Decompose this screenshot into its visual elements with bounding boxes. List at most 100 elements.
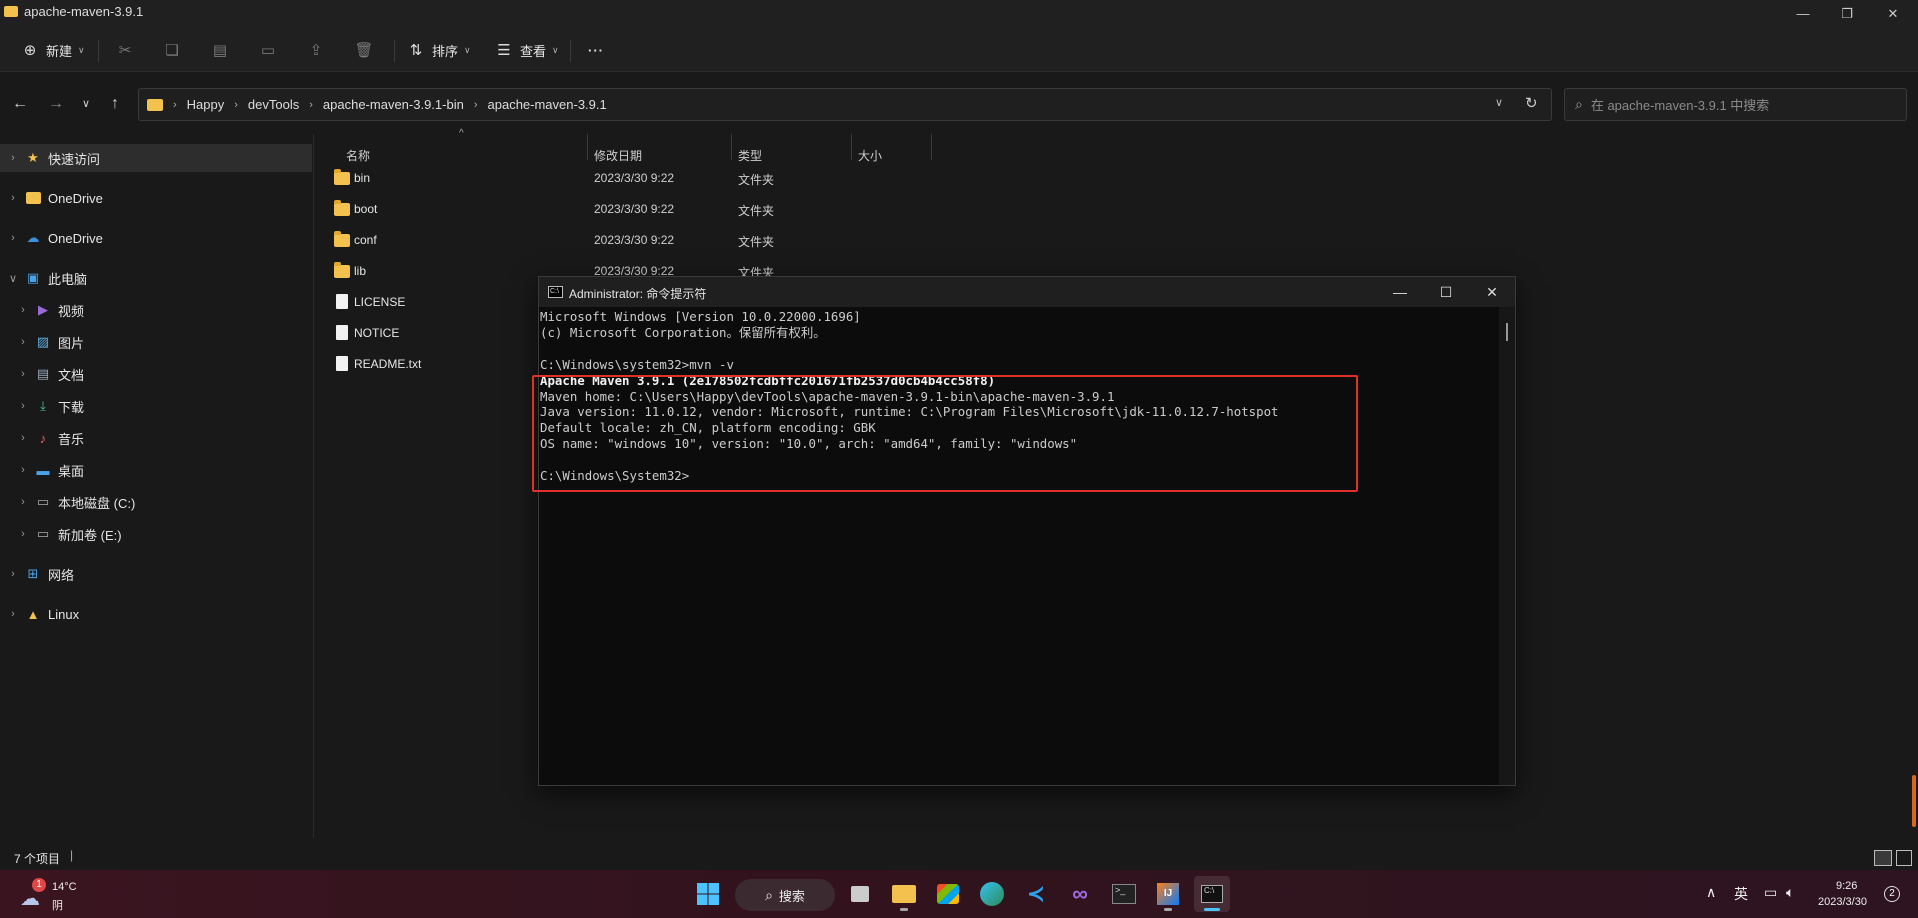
- cmd-minimize-button[interactable]: —: [1377, 277, 1423, 307]
- sidebar-item-documents[interactable]: › ▤ 文档: [0, 360, 312, 388]
- task-view-button[interactable]: [842, 876, 878, 912]
- sidebar-item-onedrive[interactable]: › OneDrive: [0, 184, 312, 212]
- cut-icon[interactable]: ✂: [115, 40, 135, 60]
- new-button[interactable]: ⊕ 新建 ∨: [20, 36, 85, 64]
- weather-desc[interactable]: 阴: [52, 897, 63, 913]
- taskbar-terminal[interactable]: >_: [1106, 876, 1142, 912]
- taskbar-vscode[interactable]: ≺: [1018, 876, 1054, 912]
- chevron-right-icon[interactable]: ›: [6, 192, 20, 204]
- folder-icon: [334, 200, 350, 216]
- cmd-titlebar[interactable]: C:\ Administrator: 命令提示符 — ☐ ✕: [539, 277, 1515, 307]
- breadcrumb-maven[interactable]: apache-maven-3.9.1: [488, 97, 607, 112]
- recent-locations-button[interactable]: ∨: [74, 92, 98, 116]
- column-divider[interactable]: [931, 134, 932, 160]
- chevron-down-icon[interactable]: ∨: [6, 272, 20, 285]
- chevron-right-icon[interactable]: ›: [6, 232, 20, 244]
- cmd-scrollbar[interactable]: [1499, 307, 1515, 785]
- file-row-conf[interactable]: conf 2023/3/30 9:22 文件夹: [316, 226, 1316, 256]
- star-icon: ★: [27, 150, 39, 165]
- chevron-right-icon[interactable]: ›: [16, 496, 30, 508]
- copy-icon[interactable]: ❏: [162, 40, 182, 60]
- sidebar-item-this-pc[interactable]: ∨ ▣ 此电脑: [0, 264, 312, 292]
- breadcrumb-happy[interactable]: Happy: [187, 97, 225, 112]
- ime-indicator[interactable]: 英: [1734, 884, 1748, 904]
- navigation-pane: › ★ 快速访问 › OneDrive › ☁ OneDrive ∨ ▣ 此电脑…: [0, 134, 314, 838]
- sidebar-item-videos[interactable]: › ▶ 视频: [0, 296, 312, 324]
- breadcrumb-devtools[interactable]: devTools: [248, 97, 299, 112]
- chevron-right-icon[interactable]: ›: [16, 432, 30, 444]
- restore-button[interactable]: ❐: [1824, 0, 1870, 28]
- chevron-right-icon[interactable]: ›: [6, 608, 20, 620]
- sidebar-item-quick-access[interactable]: › ★ 快速访问: [0, 144, 312, 172]
- cmd-maximize-button[interactable]: ☐: [1423, 277, 1469, 307]
- intellij-icon: IJ: [1157, 883, 1179, 905]
- chevron-right-icon[interactable]: ›: [6, 568, 20, 580]
- video-icon: ▶: [38, 302, 48, 317]
- details-view-icon[interactable]: [1874, 850, 1892, 866]
- cloud-icon: ☁: [26, 230, 40, 245]
- chevron-right-icon[interactable]: ›: [16, 400, 30, 412]
- clock-date[interactable]: 2023/3/30: [1818, 896, 1867, 908]
- file-row-boot[interactable]: boot 2023/3/30 9:22 文件夹: [316, 195, 1316, 225]
- search-input[interactable]: ⌕ 在 apache-maven-3.9.1 中搜索: [1564, 88, 1907, 121]
- file-icon: [336, 325, 348, 340]
- column-divider[interactable]: [587, 134, 588, 160]
- taskbar-cmd[interactable]: C:\: [1194, 876, 1230, 912]
- column-divider[interactable]: [731, 134, 732, 160]
- minimize-button[interactable]: —: [1780, 0, 1826, 28]
- sidebar-item-drive-c[interactable]: › ▭ 本地磁盘 (C:): [0, 488, 312, 516]
- forward-button[interactable]: →: [44, 92, 68, 116]
- column-divider[interactable]: [851, 134, 852, 160]
- taskbar-visual-studio[interactable]: ∞: [1062, 876, 1098, 912]
- refresh-icon[interactable]: ↻: [1525, 94, 1538, 112]
- scroll-thumb[interactable]: [1506, 323, 1508, 341]
- taskbar-edge[interactable]: [974, 876, 1010, 912]
- chevron-up-icon[interactable]: ∧: [1706, 884, 1716, 901]
- console-output[interactable]: Microsoft Windows [Version 10.0.22000.16…: [532, 307, 1499, 785]
- sidebar-item-drive-e[interactable]: › ▭ 新加卷 (E:): [0, 520, 312, 548]
- up-button[interactable]: ↑: [103, 92, 127, 116]
- taskbar-file-explorer[interactable]: [886, 876, 922, 912]
- rename-icon[interactable]: ▭: [258, 40, 278, 60]
- chevron-right-icon[interactable]: ›: [16, 336, 30, 348]
- address-bar[interactable]: › Happy › devTools › apache-maven-3.9.1-…: [138, 88, 1552, 121]
- view-button[interactable]: ☰ 查看 ∨: [494, 36, 558, 64]
- sidebar-item-network[interactable]: › ⊞ 网络: [0, 560, 312, 588]
- chevron-right-icon[interactable]: ›: [16, 304, 30, 316]
- volume-icon[interactable]: 🔈︎: [1786, 884, 1794, 901]
- chevron-right-icon[interactable]: ›: [16, 368, 30, 380]
- taskbar-search[interactable]: ⌕ 搜索: [735, 879, 835, 911]
- chevron-right-icon[interactable]: ›: [16, 464, 30, 476]
- back-button[interactable]: ←: [8, 92, 32, 116]
- network-icon[interactable]: ▭: [1764, 884, 1777, 901]
- sidebar-item-downloads[interactable]: › ⤓ 下载: [0, 392, 312, 420]
- sidebar-item-desktop[interactable]: › ▬ 桌面: [0, 456, 312, 484]
- windows-logo-icon: [697, 883, 719, 905]
- clock-time[interactable]: 9:26: [1836, 880, 1857, 892]
- tiles-view-icon[interactable]: [1896, 850, 1912, 866]
- chevron-right-icon[interactable]: ›: [16, 528, 30, 540]
- weather-widget[interactable]: ☁ 1: [18, 878, 48, 910]
- more-button[interactable]: ···: [588, 36, 604, 64]
- cmd-close-button[interactable]: ✕: [1469, 277, 1515, 307]
- sidebar-item-linux[interactable]: › ▲ Linux: [0, 600, 312, 628]
- delete-icon[interactable]: 🗑: [354, 40, 374, 60]
- sidebar-item-pictures[interactable]: › ▨ 图片: [0, 328, 312, 356]
- share-icon[interactable]: ⇪: [306, 40, 326, 60]
- paste-icon[interactable]: ▤: [210, 40, 230, 60]
- weather-temp[interactable]: 14°C: [52, 881, 77, 893]
- start-button[interactable]: [690, 876, 726, 912]
- notification-badge[interactable]: 2: [1884, 886, 1900, 902]
- sort-button[interactable]: ⇅ 排序 ∨: [406, 36, 471, 64]
- chevron-right-icon[interactable]: ›: [6, 152, 20, 164]
- sidebar-item-onedrive-cloud[interactable]: › ☁ OneDrive: [0, 224, 312, 252]
- taskbar-store[interactable]: [930, 876, 966, 912]
- file-row-bin[interactable]: bin 2023/3/30 9:22 文件夹: [316, 164, 1316, 194]
- search-icon: ⌕: [765, 886, 773, 903]
- breadcrumb-maven-bin[interactable]: apache-maven-3.9.1-bin: [323, 97, 464, 112]
- close-button[interactable]: ✕: [1870, 0, 1916, 28]
- address-dropdown-icon[interactable]: ∨: [1495, 96, 1503, 109]
- sidebar-item-music[interactable]: › ♪ 音乐: [0, 424, 312, 452]
- taskbar-intellij[interactable]: IJ: [1150, 876, 1186, 912]
- command-prompt-window[interactable]: C:\ Administrator: 命令提示符 — ☐ ✕ Microsoft…: [532, 276, 1516, 786]
